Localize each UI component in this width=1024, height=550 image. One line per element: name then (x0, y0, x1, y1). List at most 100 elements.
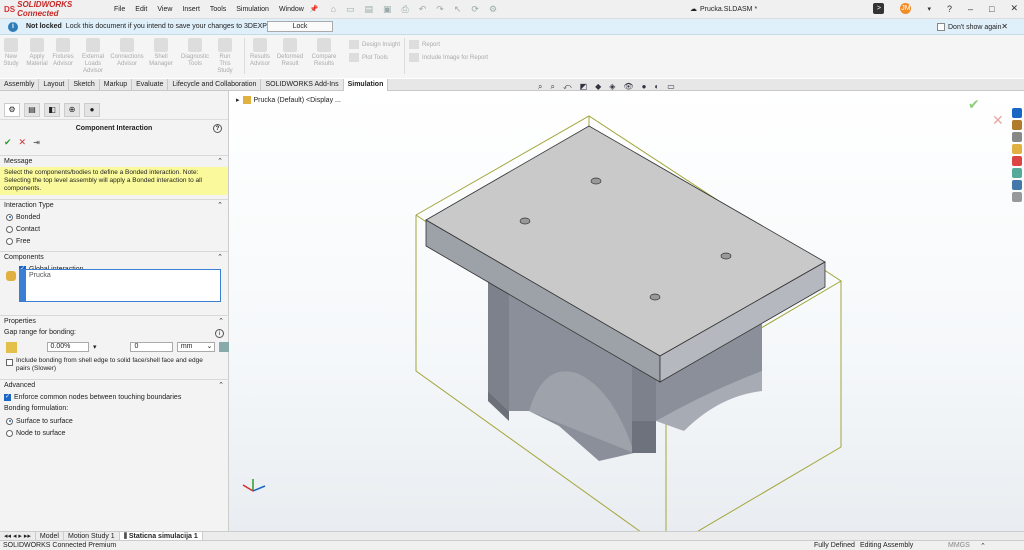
tab-sketch[interactable]: Sketch (69, 79, 100, 91)
info-icon[interactable]: i (215, 329, 224, 338)
radio-free-button[interactable] (6, 237, 13, 245)
avatar[interactable]: JM (900, 3, 912, 14)
view-orientation-icon[interactable]: ◆ (595, 82, 601, 92)
interaction-type-head[interactable]: Interaction Type ⌃ (0, 199, 228, 211)
components-head[interactable]: Components ⌃ (0, 251, 228, 263)
menu-insert[interactable]: Insert (182, 6, 200, 13)
chevron-up-icon[interactable]: ⌃ (217, 252, 223, 264)
diagnostic-tools-button[interactable]: Diagnostic Tools (180, 38, 210, 68)
file-explorer-icon[interactable] (1012, 132, 1022, 142)
include-bonding-checkbox[interactable] (6, 359, 13, 366)
chevron-up-icon[interactable]: ⌃ (217, 200, 223, 212)
feature-tree-tab-icon[interactable]: ⚙ (4, 102, 20, 117)
menu-edit[interactable]: Edit (135, 6, 147, 13)
spin-arrow-icon[interactable]: ▾ (93, 343, 97, 351)
ok-icon[interactable]: ✔ (4, 137, 12, 148)
chevron-down-icon[interactable]: ▾ (927, 5, 931, 13)
gap-value-input[interactable]: 0 (130, 342, 173, 352)
app-logo[interactable]: DS SOLIDWORKS Connected (4, 0, 104, 18)
gap-percent-input[interactable]: 0.00% (46, 342, 89, 352)
cancel-icon[interactable]: ✕ (19, 137, 27, 148)
select-icon[interactable]: ↖ (454, 4, 462, 15)
undo-icon[interactable]: ↶ (419, 4, 427, 15)
close-icon[interactable]: ✕ (1010, 3, 1018, 14)
radio-surface-button[interactable] (6, 417, 13, 425)
chevron-up-icon[interactable]: ⌃ (980, 542, 986, 550)
rebuild-icon[interactable]: ⟳ (471, 4, 479, 15)
connections-advisor-button[interactable]: Connections Advisor (110, 38, 144, 68)
compare-results-button[interactable]: Compare Results (309, 38, 339, 68)
tab-simulation[interactable]: Simulation (343, 79, 389, 91)
tree-item-prucka[interactable]: Prucka (Default) <Display ... (254, 97, 341, 104)
chevron-right-icon[interactable]: ▸ (236, 96, 240, 104)
chevron-up-icon[interactable]: ⌃ (217, 156, 223, 168)
forum-icon[interactable] (1012, 180, 1022, 190)
radio-bonded[interactable]: Bonded (0, 211, 228, 223)
fixtures-advisor-button[interactable]: Fixtures Advisor (52, 38, 74, 68)
radio-node-button[interactable] (6, 429, 13, 437)
dont-show-checkbox[interactable] (937, 23, 945, 31)
recycle-bin-icon[interactable] (1012, 192, 1022, 202)
design-insight-button[interactable]: Design Insight (349, 38, 400, 51)
confirm-cancel-icon[interactable]: ✕ (992, 112, 1004, 129)
menu-view[interactable]: View (157, 6, 172, 13)
external-loads-button[interactable]: External Loads Advisor (78, 38, 108, 75)
menu-tools[interactable]: Tools (210, 6, 226, 13)
configuration-tab-icon[interactable]: ◧ (44, 102, 60, 117)
help-icon[interactable]: ? (947, 4, 952, 14)
gap-unit-select[interactable]: mm ⌄ (176, 342, 216, 352)
minimize-icon[interactable]: – (968, 4, 973, 14)
dont-show-again[interactable]: Don't show again (937, 23, 1001, 31)
tab-markup[interactable]: Markup (100, 79, 133, 91)
lock-button[interactable]: Lock (267, 21, 333, 32)
view-settings-icon[interactable]: ▭ (667, 82, 675, 92)
options-icon[interactable]: ⚙ (489, 4, 497, 15)
home-icon[interactable]: ⌂ (331, 4, 336, 15)
properties-head[interactable]: Properties ⌃ (0, 315, 229, 327)
run-study-button[interactable]: Run This Study (214, 38, 236, 75)
advanced-head[interactable]: Advanced ⌃ (0, 379, 229, 391)
report-button[interactable]: Report (409, 38, 488, 51)
view-palette-icon[interactable] (1012, 144, 1022, 154)
section-view-icon[interactable]: ◩ (580, 82, 588, 92)
save-icon[interactable]: ▣ (383, 4, 392, 15)
hide-show-icon[interactable]: 👁 (623, 82, 633, 92)
tab-layout[interactable]: Layout (39, 79, 70, 91)
chevron-up-icon[interactable]: ⌃ (218, 380, 224, 392)
dimxpert-tab-icon[interactable]: ⊕ (64, 102, 80, 117)
resources-icon[interactable] (1012, 108, 1022, 118)
radio-surface-to-surface[interactable]: Surface to surface (0, 415, 229, 427)
calculator-icon[interactable] (219, 342, 229, 352)
menu-simulation[interactable]: Simulation (236, 6, 269, 13)
menu-file[interactable]: File (114, 6, 125, 13)
radio-contact-button[interactable] (6, 225, 13, 233)
enforce-common-nodes[interactable]: Enforce common nodes between touching bo… (0, 391, 229, 403)
pin-icon[interactable]: ⇥ (33, 138, 40, 147)
pin-icon[interactable]: 📌 (310, 5, 319, 13)
confirm-ok-icon[interactable]: ✔ (968, 96, 980, 113)
include-bonding[interactable]: Include bonding from shell edge to solid… (0, 355, 229, 373)
radio-bonded-button[interactable] (6, 213, 13, 221)
design-library-icon[interactable] (1012, 120, 1022, 130)
help-icon[interactable]: ? (213, 124, 222, 133)
display-style-icon[interactable]: ◈ (609, 82, 615, 92)
zoom-fit-icon[interactable]: ⌕ (538, 82, 542, 92)
enforce-common-checkbox[interactable] (4, 393, 11, 401)
message-section-head[interactable]: Message ⌃ (0, 155, 228, 167)
tab-addins[interactable]: SOLIDWORKS Add-Ins (261, 79, 344, 91)
tab-assembly[interactable]: Assembly (0, 79, 40, 91)
edit-appearance-icon[interactable]: ● (642, 82, 647, 92)
components-selection-box[interactable]: Prucka (19, 269, 221, 302)
appearance-tab-icon[interactable]: ● (84, 102, 100, 117)
menu-window[interactable]: Window (279, 6, 304, 13)
maximize-icon[interactable]: □ (989, 4, 994, 14)
graphics-viewport[interactable] (229, 91, 1024, 531)
open-icon[interactable]: ▤ (365, 4, 374, 15)
property-manager-tab-icon[interactable]: ▤ (24, 102, 40, 117)
radio-contact[interactable]: Contact (0, 223, 228, 235)
apply-material-button[interactable]: Apply Material (26, 38, 48, 68)
plot-tools-button[interactable]: Plot Tools (349, 51, 400, 64)
new-study-button[interactable]: New Study (0, 38, 22, 68)
command-prompt-icon[interactable]: > (873, 3, 885, 14)
radio-free[interactable]: Free (0, 235, 228, 247)
